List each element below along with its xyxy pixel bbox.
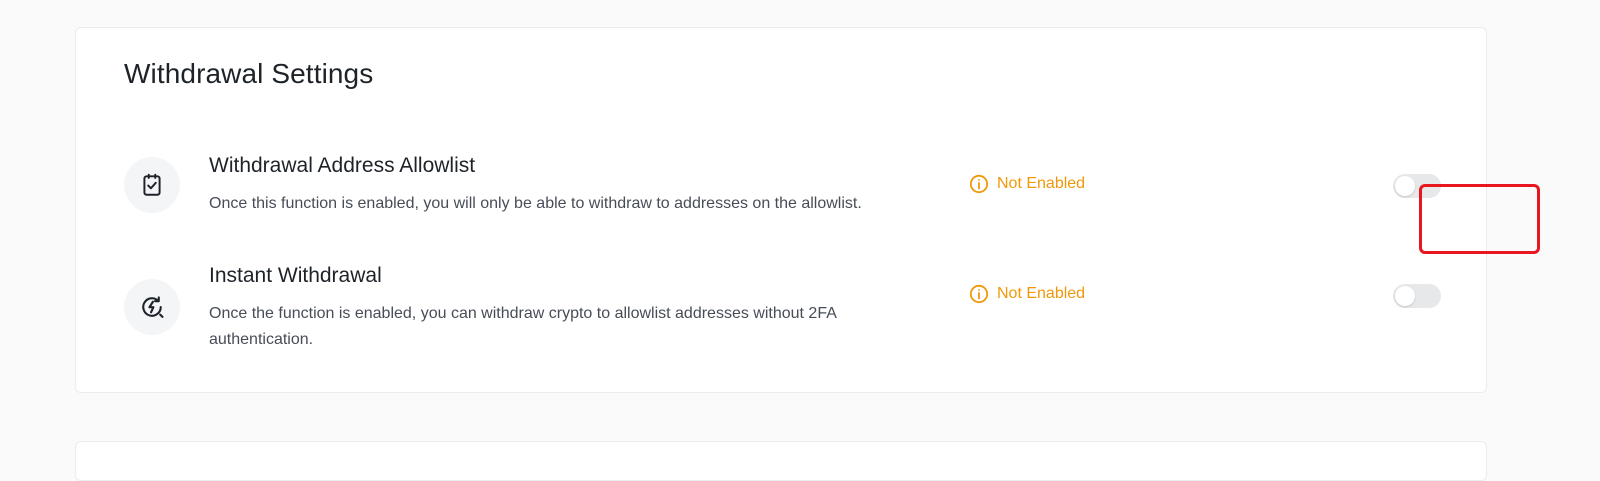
highlight-box — [1419, 184, 1540, 254]
setting-description: Once this function is enabled, you will … — [209, 195, 862, 212]
setting-row-address-allowlist: Withdrawal Address Allowlist Once this f… — [76, 154, 1486, 234]
info-icon — [969, 284, 989, 304]
info-icon — [969, 174, 989, 194]
toggle-knob — [1395, 286, 1415, 306]
setting-title: Instant Withdrawal — [209, 264, 382, 287]
status-badge: Not Enabled — [969, 174, 1085, 194]
status-badge: Not Enabled — [969, 284, 1085, 304]
toggle-knob — [1395, 176, 1415, 196]
instant-withdrawal-toggle[interactable] — [1393, 284, 1441, 308]
instant-lightning-icon — [124, 279, 180, 335]
setting-description: Once the function is enabled, you can wi… — [209, 305, 837, 348]
setting-row-instant-withdrawal: Instant Withdrawal Once the function is … — [76, 264, 1486, 364]
withdrawal-settings-card: Withdrawal Settings Withdrawal Address A… — [75, 27, 1540, 393]
status-text: Not Enabled — [997, 285, 1086, 302]
next-card — [75, 441, 1487, 481]
setting-title: Withdrawal Address Allowlist — [209, 154, 476, 177]
status-text: Not Enabled — [997, 175, 1086, 192]
card-title: Withdrawal Settings — [124, 58, 374, 89]
clipboard-check-icon — [124, 157, 180, 213]
